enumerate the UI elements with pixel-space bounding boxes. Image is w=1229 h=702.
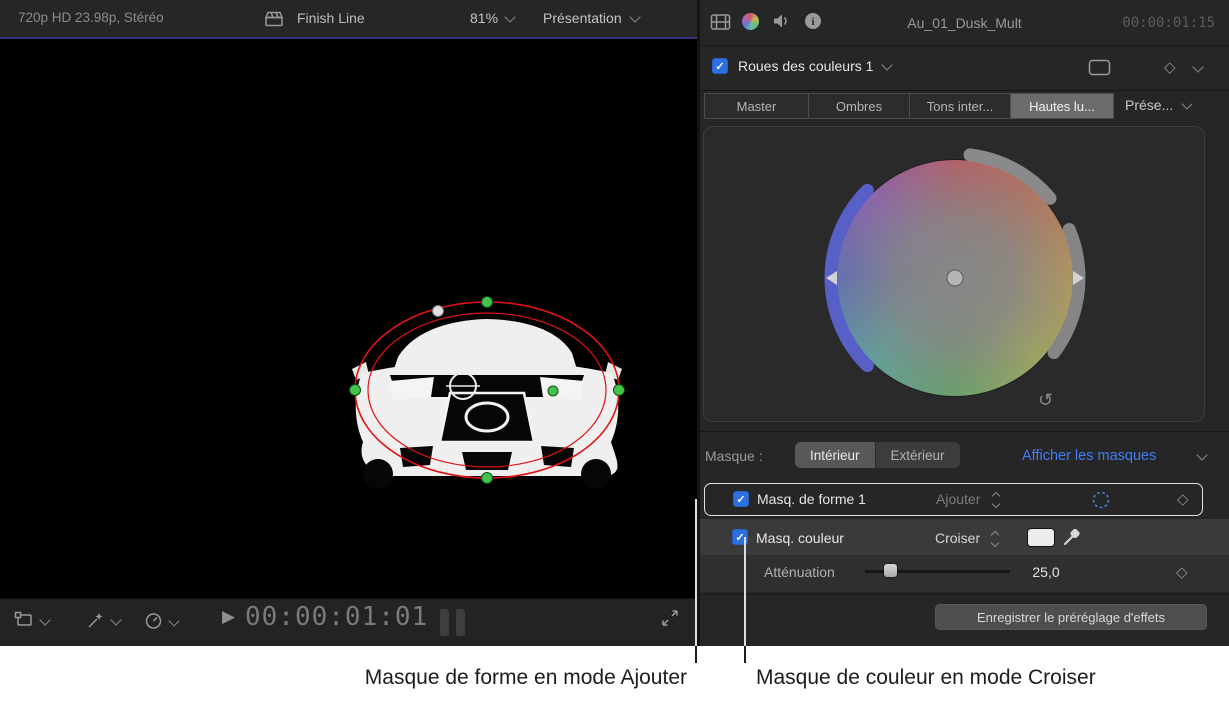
shape-mask-mode[interactable]: Ajouter (936, 491, 980, 507)
zoom-level: 81% (470, 10, 498, 26)
callout-shape-mask: Masque de forme en mode Ajouter (187, 666, 687, 690)
chevron-down-icon (504, 11, 515, 22)
play-button[interactable]: ▶ (222, 607, 235, 627)
chevron-down-icon (1182, 98, 1193, 109)
mask-view-segmented: Intérieur Extérieur (795, 442, 960, 468)
mask-handle-left[interactable] (350, 385, 361, 396)
effect-name: Roues des couleurs 1 (738, 58, 873, 74)
chevron-down-icon[interactable] (882, 59, 893, 70)
attenuation-value[interactable]: 25,0 (1022, 564, 1070, 580)
viewer-canvas (0, 39, 697, 598)
chevron-down-icon[interactable] (1192, 61, 1203, 72)
format-info: 720p HD 23.98p, Stéréo (18, 10, 164, 25)
range-tabs: Master Ombres Tons inter... Hautes lu... (705, 93, 1114, 119)
shape-mask-name: Masq. de forme 1 (757, 491, 866, 507)
callout-color-mask: Masque de couleur en mode Croiser (756, 666, 1226, 690)
chevron-down-icon (110, 614, 121, 625)
zoom-menu[interactable]: 81% (470, 10, 514, 26)
effect-row: ✓ Roues des couleurs 1 (712, 58, 891, 74)
mask-bar-label: Masque : (705, 448, 763, 464)
shape-mask-icon[interactable] (1091, 490, 1111, 510)
audio-meter-right (456, 609, 465, 636)
segment-interieur[interactable]: Intérieur (795, 442, 875, 468)
tab-ombres[interactable]: Ombres (808, 93, 910, 119)
chevron-down-icon (168, 615, 179, 626)
compare-icon[interactable] (1088, 59, 1111, 76)
wheel-center-puck[interactable] (947, 270, 963, 286)
mode-stepper-icon[interactable] (992, 532, 998, 546)
playhead-timecode[interactable]: 00:00:01:01 (245, 602, 428, 632)
view-menu-label: Présentation (543, 10, 622, 26)
callout-line-shape (695, 646, 697, 663)
checkmark-icon: ✓ (736, 493, 745, 506)
chevron-down-icon (629, 11, 640, 22)
mask-handle-bottom[interactable] (482, 473, 493, 484)
transform-menu[interactable] (14, 611, 49, 629)
shape-mask-row[interactable]: ✓ Masq. de forme 1 Ajouter ◇ (704, 483, 1203, 516)
attenuation-label: Atténuation (764, 564, 835, 580)
mask-handle-inner[interactable] (548, 386, 558, 396)
show-masks-link[interactable]: Afficher les masques (1022, 448, 1156, 464)
clapper-icon (264, 11, 284, 27)
color-mask-name: Masq. couleur (756, 530, 844, 546)
shape-mask-checkbox[interactable]: ✓ (733, 491, 749, 507)
preset-menu[interactable]: Prése... (1125, 97, 1191, 113)
callout-line-color (744, 646, 746, 663)
magic-wand-icon (86, 611, 105, 629)
fcp-window: 720p HD 23.98p, Stéréo Finish Line 81% P… (0, 0, 1229, 702)
enhancements-menu[interactable] (86, 611, 120, 629)
retime-menu[interactable] (144, 611, 178, 630)
attenuation-slider-thumb[interactable] (884, 564, 897, 577)
mask-handle-rotate[interactable] (433, 306, 444, 317)
car-image (352, 319, 622, 489)
inspector-panel: i Au_01_Dusk_Mult 00:00:01:15 ✓ Roues de… (700, 0, 1229, 646)
view-menu[interactable]: Présentation (543, 10, 639, 26)
tab-master[interactable]: Master (704, 93, 809, 119)
tab-tons-intermediaires[interactable]: Tons inter... (909, 93, 1011, 119)
save-preset-button[interactable]: Enregistrer le préréglage d'effets (935, 604, 1207, 630)
reset-icon[interactable]: ↺ (1038, 390, 1053, 410)
keyframe-icon[interactable]: ◇ (1176, 565, 1188, 580)
clip-timecode: 00:00:01:15 (1122, 15, 1215, 31)
viewer-topbar: 720p HD 23.98p, Stéréo Finish Line 81% P… (0, 0, 697, 39)
mode-stepper-icon[interactable] (993, 493, 999, 507)
effect-checkbox[interactable]: ✓ (712, 58, 728, 74)
segment-exterieur[interactable]: Extérieur (875, 442, 960, 468)
retime-icon (144, 611, 163, 630)
keyframe-icon[interactable]: ◇ (1164, 60, 1176, 75)
color-mask-mode[interactable]: Croiser (935, 530, 980, 546)
keyframe-icon[interactable]: ◇ (1177, 492, 1189, 507)
callout-line-shape (695, 499, 697, 646)
mask-handle-top[interactable] (482, 297, 493, 308)
color-wheel-overlay: ↺ (700, 126, 1229, 424)
transform-icon (14, 611, 34, 629)
mask-handle-right[interactable] (614, 385, 625, 396)
chevron-down-icon (39, 614, 50, 625)
project-name: Finish Line (297, 10, 365, 26)
color-mask-swatch[interactable] (1028, 529, 1054, 546)
chevron-down-icon[interactable] (1196, 449, 1207, 460)
eyedropper-icon[interactable] (1062, 527, 1082, 547)
callout-line-color (744, 537, 746, 646)
tab-hautes-lumieres[interactable]: Hautes lu... (1010, 93, 1114, 119)
audio-meter-left (440, 609, 449, 636)
expand-icon[interactable] (660, 608, 680, 628)
checkmark-icon: ✓ (715, 60, 724, 73)
viewer-toolbar: ▶ 00:00:01:01 (0, 598, 697, 647)
